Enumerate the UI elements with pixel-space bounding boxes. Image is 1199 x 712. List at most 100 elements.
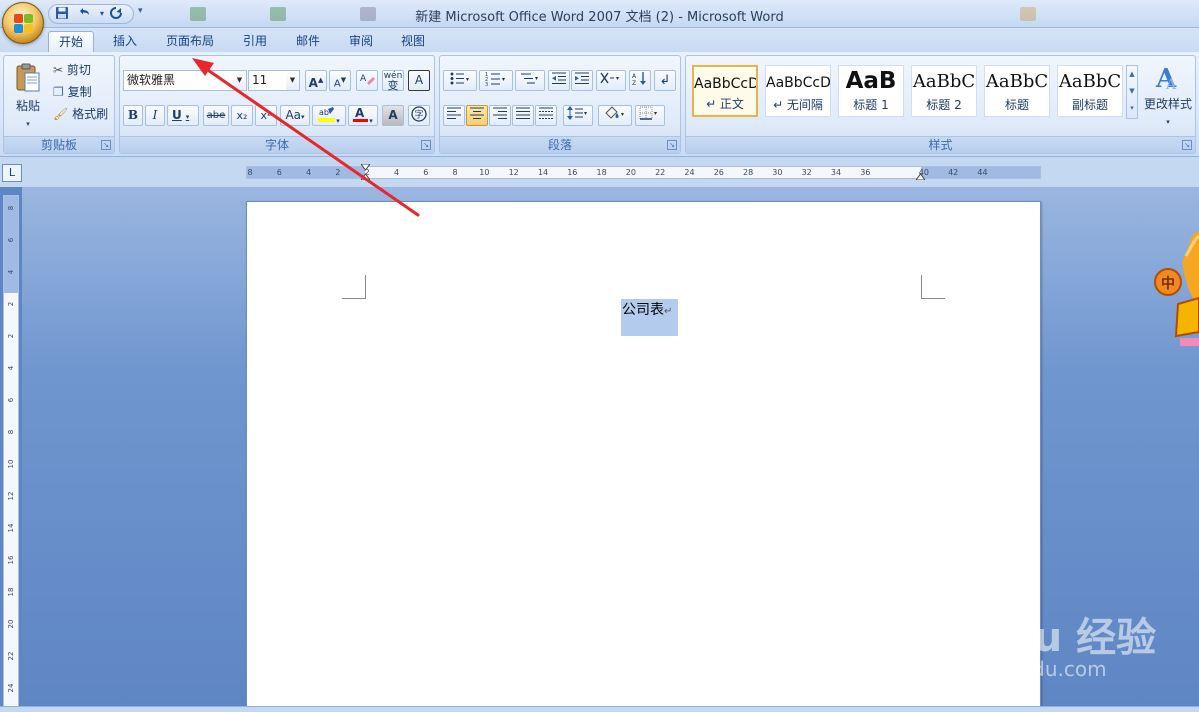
enclose-characters-button[interactable]: 字 (408, 105, 430, 126)
svg-text:▾: ▾ (502, 76, 505, 83)
underline-button[interactable]: U ▾ (167, 105, 199, 126)
highlight-button[interactable]: ab ▾ (312, 105, 346, 126)
scroll-down-icon[interactable]: ▼ (1127, 83, 1137, 100)
char-border-button[interactable]: A (408, 70, 430, 91)
right-indent-icon[interactable] (916, 173, 925, 180)
char-shading-button[interactable]: A (382, 105, 404, 126)
highlighter-icon: ab (318, 107, 336, 122)
phonetic-guide-button[interactable]: wén 变 (382, 70, 404, 91)
align-center-icon[interactable] (466, 105, 488, 126)
clipboard-group: 粘贴 ▾ ✂ 剪切 ❐ 复制 🖌 格式刷 剪贴板 ↘ (3, 55, 115, 154)
font-color-button[interactable]: A ▾ (348, 105, 378, 126)
char-shade-label: A (388, 108, 398, 122)
paste-button[interactable]: 粘贴 ▾ (8, 58, 48, 132)
italic-label: I (152, 108, 158, 122)
ruler-tick-label: 14 (7, 523, 15, 533)
ruler-tick-label: 8 (7, 429, 15, 435)
office-button[interactable] (2, 2, 44, 44)
numbering-button[interactable]: 1 2 3 ▾ (479, 70, 513, 91)
cut-button[interactable]: ✂ 剪切 (52, 60, 110, 81)
subscript-button[interactable]: x₂ (231, 105, 253, 126)
decrease-indent-icon[interactable] (548, 70, 570, 91)
multilevel-list-button[interactable]: ▾ (515, 70, 545, 91)
subscript-label: x₂ (236, 109, 248, 122)
ruler-tick-label: 2 (7, 301, 15, 307)
ruler-tick-label: 6 (423, 168, 429, 177)
format-painter-button[interactable]: 🖌 格式刷 (52, 104, 114, 125)
style-no-spacing[interactable]: AaBbCcD ↵ 无间隔 (765, 65, 831, 117)
tab-page-layout[interactable]: 页面布局 (156, 31, 224, 52)
strikethrough-button[interactable]: abe (203, 105, 229, 126)
shrink-font-icon[interactable]: A▼ (329, 70, 351, 91)
increase-indent-icon[interactable] (571, 70, 593, 91)
tab-home[interactable]: 开始 (48, 31, 95, 52)
chevron-down-icon: ▼ (233, 71, 246, 90)
style-heading-1[interactable]: AaB 标题 1 (838, 65, 904, 117)
style-heading-2[interactable]: AaBbC 标题 2 (911, 65, 977, 117)
numbered-list-icon: 123▾ (485, 72, 505, 88)
line-spacing-icon[interactable]: ▾ (563, 105, 593, 126)
style-subtitle[interactable]: AaBbC 副标题 (1057, 65, 1123, 117)
justify-icon[interactable] (512, 105, 534, 126)
tab-view[interactable]: 视图 (391, 31, 435, 52)
svg-text:▾: ▾ (616, 75, 619, 82)
gallery-more-icon[interactable]: ▾ (1127, 100, 1137, 117)
style-normal[interactable]: AaBbCcD ↵ 正文 (692, 65, 758, 117)
ruler-tick-label: 18 (7, 587, 15, 597)
tab-review[interactable]: 审阅 (339, 31, 383, 52)
highlight-color-swatch (318, 118, 336, 122)
style-title[interactable]: AaBbC 标题 (984, 65, 1050, 117)
style-sample: AaBbCcD (694, 76, 758, 92)
scroll-up-icon[interactable]: ▲ (1127, 66, 1137, 83)
tab-insert[interactable]: 插入 (103, 31, 147, 52)
font-size-combo[interactable]: 11 ▼ (248, 70, 300, 91)
style-sample: AaB (845, 68, 897, 94)
align-left-icon[interactable] (443, 105, 465, 126)
font-launcher-icon[interactable]: ↘ (421, 140, 431, 150)
document-text-selection[interactable]: 公司表↵ (621, 299, 678, 336)
chevron-down-icon: ▼ (286, 71, 299, 90)
chinese-layout-icon[interactable]: ▾ (596, 70, 626, 91)
vertical-ruler[interactable]: 8 6 4 2 2 4 6 8 10 12 14 16 18 20 22 24 (3, 195, 19, 712)
show-hide-marks-icon[interactable]: ↲ (654, 70, 676, 91)
align-right-icon[interactable] (489, 105, 511, 126)
change-case-button[interactable]: Aa▾ (280, 105, 310, 126)
ruler-tick-label: 10 (479, 168, 490, 177)
clipboard-launcher-icon[interactable]: ↘ (101, 140, 111, 150)
grow-font-icon[interactable]: A▲ (305, 70, 327, 91)
paragraph-launcher-icon[interactable]: ↘ (667, 140, 677, 150)
horizontal-ruler[interactable]: 8 6 4 2 2 4 6 8 10 12 14 16 18 20 22 24 26 28 30 32 34 36 40 42… (246, 164, 1041, 180)
tab-mailings[interactable]: 邮件 (286, 31, 330, 52)
superscript-button[interactable]: x² (255, 105, 277, 126)
borders-icon[interactable]: ▾ (635, 105, 665, 126)
ruler-tick-label: 12 (7, 491, 15, 501)
italic-button[interactable]: I (145, 105, 165, 126)
bullets-button[interactable]: ▾ (443, 70, 477, 91)
change-styles-icon: A A (1155, 64, 1177, 94)
ribbon-tabs: 开始 插入 页面布局 引用 邮件 审阅 视图 (0, 28, 1199, 52)
tab-references[interactable]: 引用 (233, 31, 277, 52)
first-line-indent-icon[interactable] (361, 164, 370, 171)
clear-formatting-icon[interactable]: A (356, 70, 378, 91)
ruler-tick-label: 18 (596, 168, 607, 177)
ruler-tick-label: 42 (948, 168, 959, 177)
bold-button[interactable]: B (123, 105, 143, 126)
hanging-indent-icon[interactable] (361, 173, 370, 180)
distributed-icon[interactable] (535, 105, 557, 126)
sort-icon[interactable]: AZ (629, 70, 651, 91)
tab-selector-button[interactable]: L (2, 164, 22, 182)
multilevel-list-icon: ▾ (521, 73, 538, 84)
ruler-bar: L 8 6 4 2 2 4 6 8 10 12 14 16 18 20 22 24 26 28 30 32 34 36 40… (0, 157, 1199, 187)
styles-launcher-icon[interactable]: ↘ (1182, 140, 1192, 150)
font-color-swatch (353, 119, 369, 122)
font-name-combo[interactable]: 微软雅黑 ▼ (123, 70, 247, 91)
change-styles-button[interactable]: A A 更改样式 ▾ (1142, 60, 1194, 132)
ruler-tick-label: 6 (7, 237, 15, 243)
style-gallery-scroller[interactable]: ▲ ▼ ▾ (1126, 65, 1138, 119)
ruler-tick-label: 20 (7, 619, 15, 629)
svg-text:A: A (355, 106, 365, 120)
ruler-tick-label: 8 (247, 168, 253, 177)
style-name: 标题 1 (853, 98, 889, 112)
shading-icon[interactable]: ▾ (598, 105, 632, 126)
copy-button[interactable]: ❐ 复制 (52, 82, 110, 103)
